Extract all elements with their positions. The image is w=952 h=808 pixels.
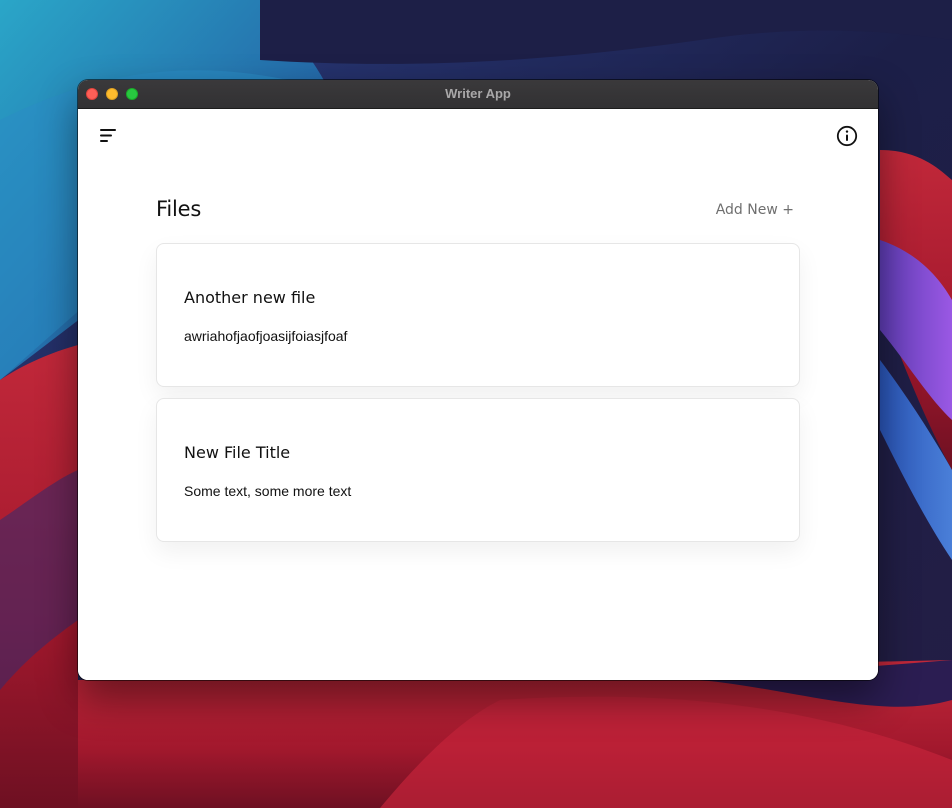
file-card[interactable]: Another new file awriahofjaofjoasijfoias…: [156, 243, 800, 387]
files-header: Files Add New +: [156, 197, 800, 227]
add-new-file-button[interactable]: Add New +: [716, 202, 794, 218]
window-titlebar[interactable]: Writer App: [78, 80, 878, 109]
app-window: Writer App Files Add New + Another new f…: [78, 80, 878, 680]
file-title: Another new file: [184, 288, 316, 307]
file-preview: awriahofjaofjoasijfoiasjfoaf: [184, 328, 348, 344]
info-circle-icon[interactable]: [836, 125, 858, 147]
files-heading: Files: [156, 197, 202, 221]
window-title: Writer App: [445, 86, 511, 101]
menu-lines-icon[interactable]: [98, 127, 120, 145]
main-content: Files Add New + Another new file awriaho…: [78, 109, 878, 680]
file-title: New File Title: [184, 443, 291, 462]
file-card[interactable]: New File Title Some text, some more text: [156, 398, 800, 542]
file-preview: Some text, some more text: [184, 483, 352, 499]
